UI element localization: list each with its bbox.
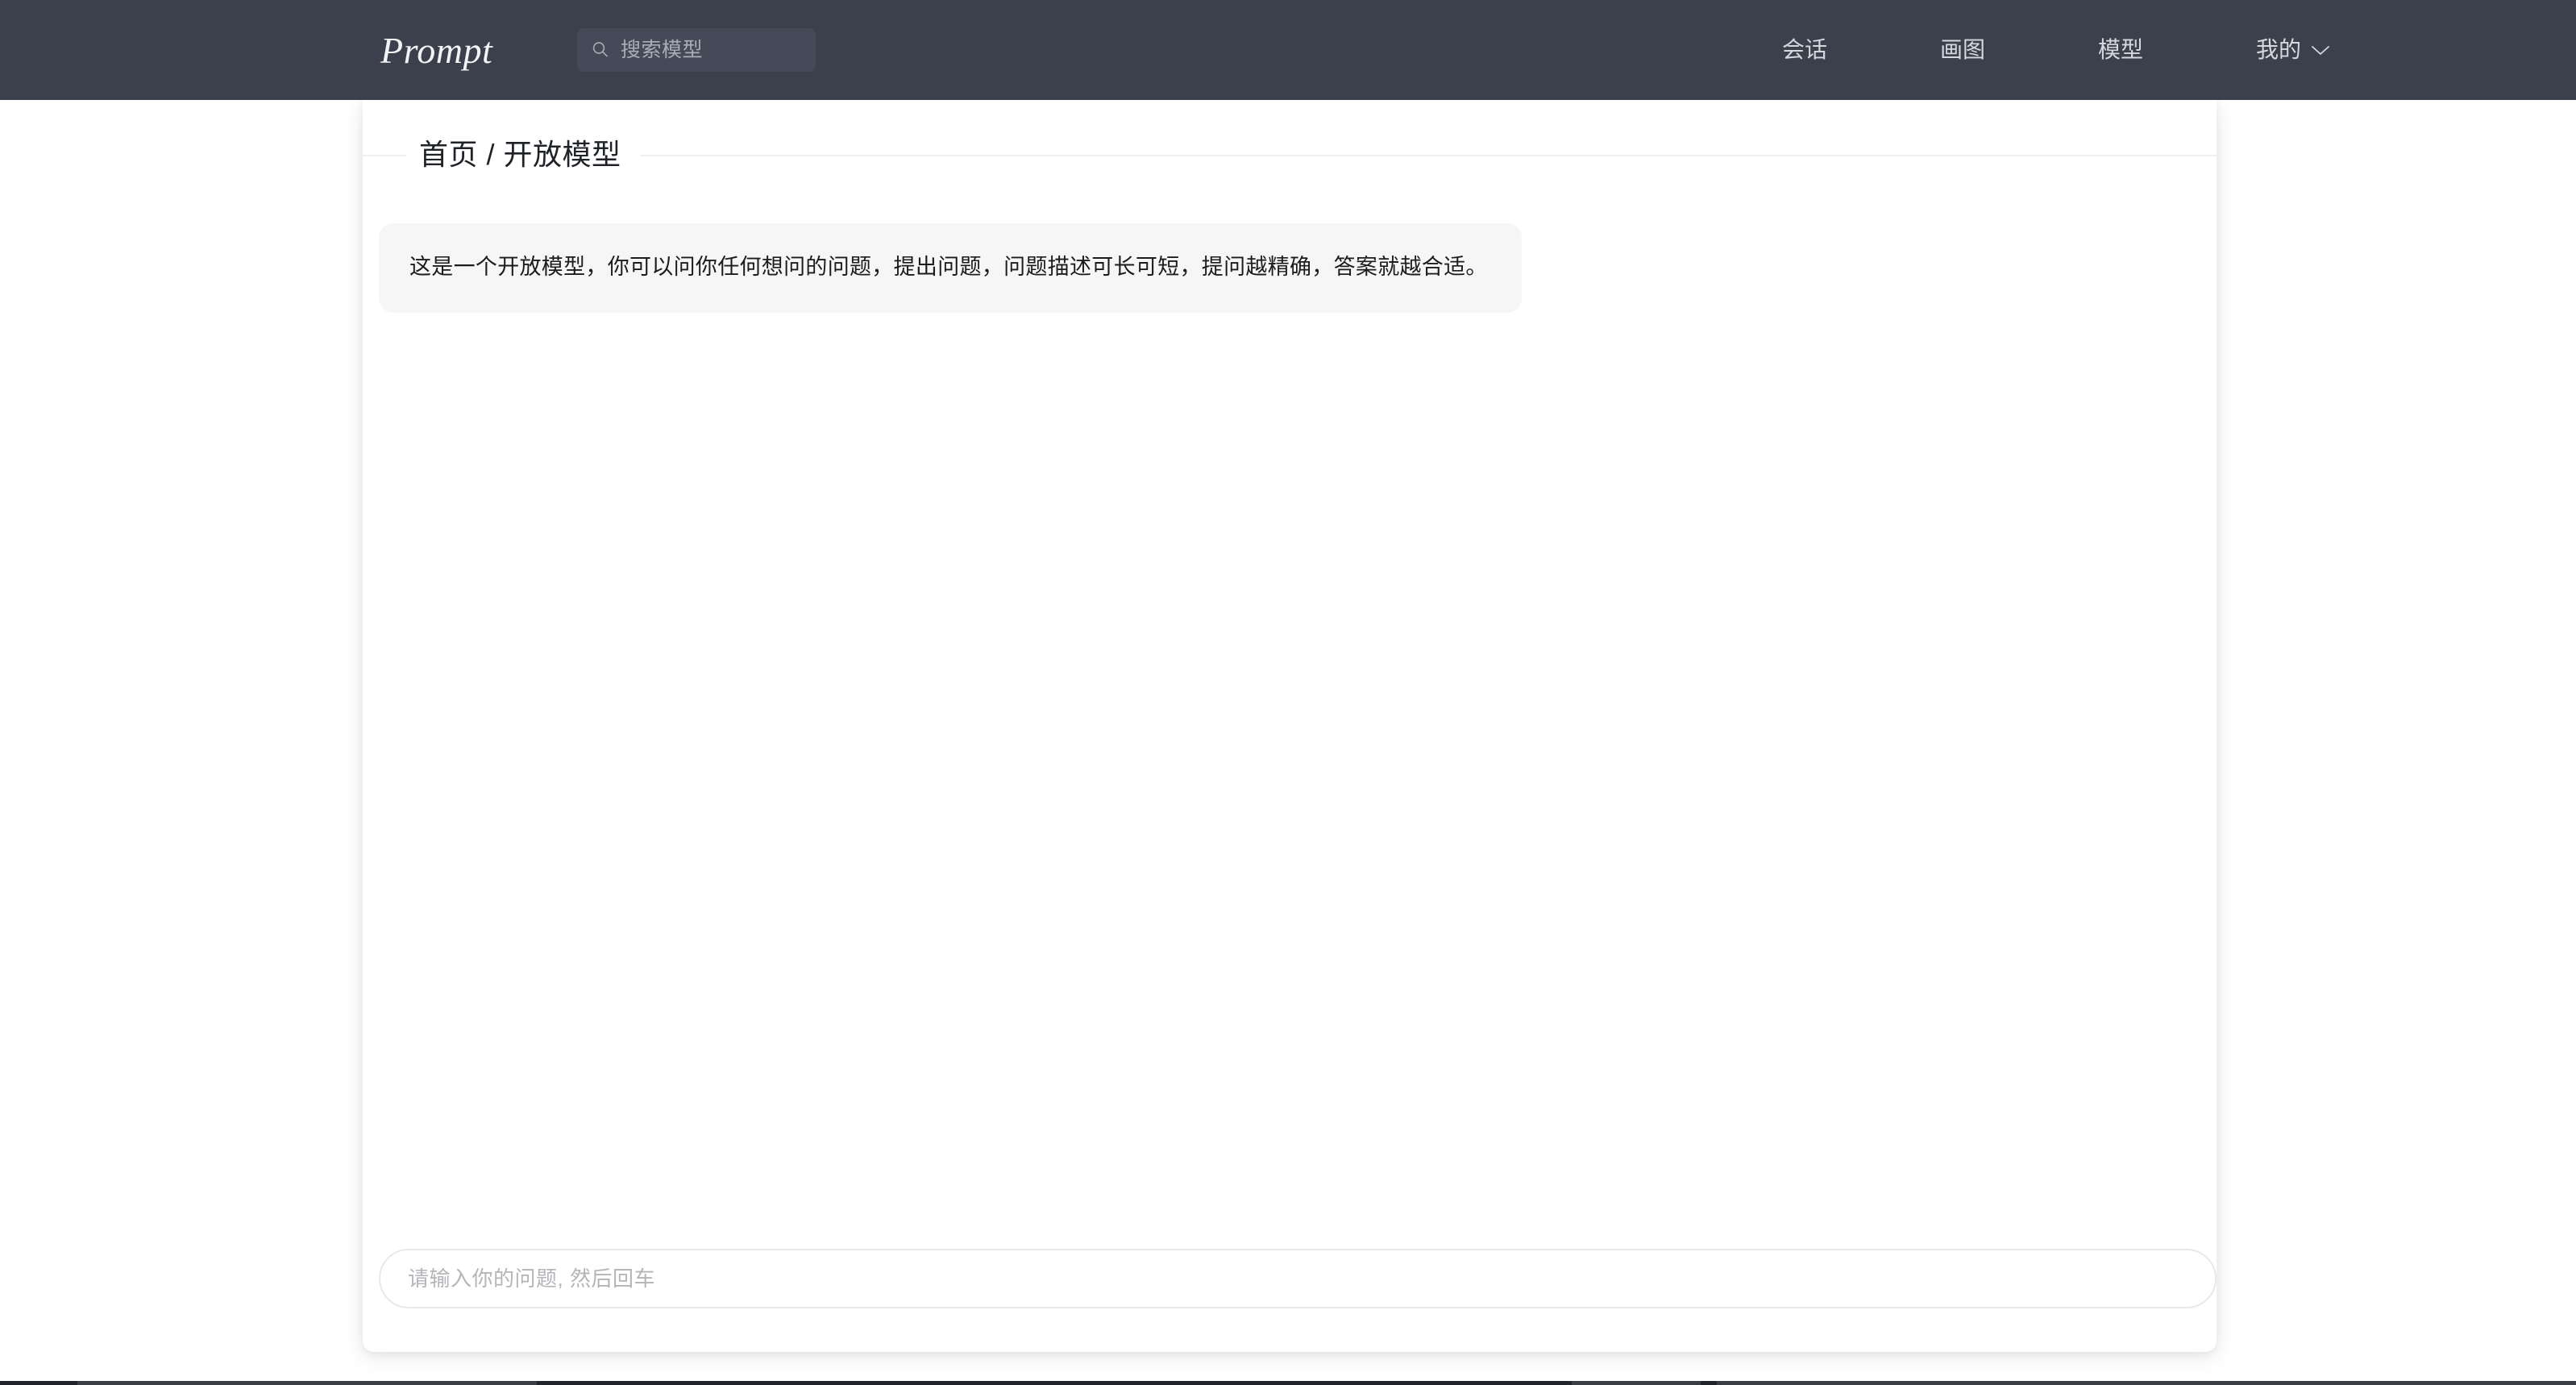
- nav-item-models[interactable]: 模型: [2098, 28, 2143, 72]
- nav-item-draw[interactable]: 画图: [1940, 28, 1985, 72]
- nav-item-label: 会话: [1781, 37, 1827, 62]
- taskbar-segment: [1572, 1381, 1701, 1385]
- breadcrumb-divider: 首页 / 开放模型: [363, 131, 2217, 180]
- question-input-placeholder: 请输入你的问题, 然后回车: [408, 1266, 655, 1291]
- chat-message-text: 这是一个开放模型，你可以问你任何想问的问题，提出问题，问题描述可长可短，提问越精…: [409, 255, 1488, 279]
- nav-item-label: 我的: [2255, 37, 2301, 62]
- page-card: 首页 / 开放模型 这是一个开放模型，你可以问你任何想问的问题，提出问题，问题描…: [363, 100, 2217, 1352]
- top-navigation-bar: Prompt 搜索模型 会话 画图 模型 我的: [0, 0, 2576, 100]
- chevron-down-icon: [2311, 44, 2330, 56]
- nav-links: 会话 画图 模型 我的: [1782, 0, 2576, 100]
- os-taskbar-sliver: [0, 1381, 2576, 1385]
- nav-item-my-account[interactable]: 我的: [2256, 28, 2330, 72]
- chat-message-assistant: 这是一个开放模型，你可以问你任何想问的问题，提出问题，问题描述可长可短，提问越精…: [379, 223, 1522, 313]
- search-input[interactable]: 搜索模型: [621, 38, 703, 62]
- nav-item-conversations[interactable]: 会话: [1782, 28, 1827, 72]
- chat-message-area: 这是一个开放模型，你可以问你任何想问的问题，提出问题，问题描述可长可短，提问越精…: [363, 205, 2217, 1245]
- taskbar-segment: [1717, 1381, 2576, 1385]
- nav-item-label: 模型: [2097, 37, 2143, 62]
- search-model-box[interactable]: 搜索模型: [577, 28, 816, 72]
- nav-item-label: 画图: [1939, 37, 1985, 62]
- breadcrumb[interactable]: 首页 / 开放模型: [406, 131, 641, 180]
- taskbar-segment: [77, 1381, 537, 1385]
- search-icon: [590, 40, 611, 60]
- composer: 请输入你的问题, 然后回车: [379, 1249, 2217, 1329]
- question-input[interactable]: 请输入你的问题, 然后回车: [379, 1249, 2217, 1308]
- app-logo[interactable]: Prompt: [380, 31, 492, 71]
